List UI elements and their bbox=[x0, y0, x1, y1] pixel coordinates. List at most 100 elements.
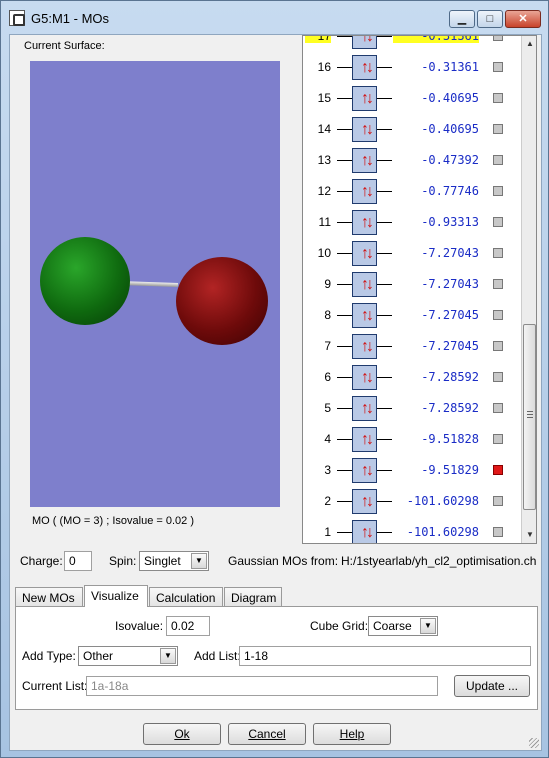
minimize-button[interactable]: ▁ bbox=[449, 10, 475, 28]
add-type-select[interactable]: Other ▼ bbox=[78, 646, 178, 666]
mo-occupancy-box[interactable]: ↑↓ bbox=[352, 303, 377, 328]
mo-occupancy-box[interactable]: ↑↓ bbox=[352, 86, 377, 111]
mo-row[interactable]: 15 ↑↓ -0.40695 bbox=[303, 83, 521, 114]
mo-occupancy-box[interactable]: ↑↓ bbox=[352, 520, 377, 543]
mo-row[interactable]: 2 ↑↓ -101.60298 bbox=[303, 486, 521, 517]
mo-number: 7 bbox=[324, 339, 331, 353]
chevron-down-icon[interactable]: ▼ bbox=[160, 648, 176, 664]
mo-occupancy-box[interactable]: ↑↓ bbox=[352, 35, 377, 49]
mo-row[interactable]: 14 ↑↓ -0.40695 bbox=[303, 114, 521, 145]
scroll-up-icon[interactable]: ▲ bbox=[522, 36, 536, 52]
resize-grip-icon[interactable] bbox=[529, 738, 539, 748]
mo-occupancy-box[interactable]: ↑↓ bbox=[352, 272, 377, 297]
mo-row[interactable]: 9 ↑↓ -7.27043 bbox=[303, 269, 521, 300]
update-button[interactable]: Update ... bbox=[454, 675, 530, 697]
mo-select-checkbox[interactable] bbox=[493, 124, 503, 134]
cube-grid-select[interactable]: Coarse ▼ bbox=[368, 616, 438, 636]
ok-button[interactable]: Ok bbox=[143, 723, 221, 745]
mo-row[interactable]: 17 ↑↓ -0.31361 bbox=[303, 35, 521, 52]
mo-row[interactable]: 8 ↑↓ -7.27045 bbox=[303, 300, 521, 331]
mo-list-panel[interactable]: 17 ↑↓ -0.31361 16 ↑↓ -0.31361 15 ↑↓ -0.40695 14 ↑↓… bbox=[302, 35, 537, 544]
spin-label: Spin: bbox=[109, 554, 137, 568]
mo-occupancy-box[interactable]: ↑↓ bbox=[352, 55, 377, 80]
mo-row[interactable]: 11 ↑↓ -0.93313 bbox=[303, 207, 521, 238]
mo-select-checkbox[interactable] bbox=[493, 465, 503, 475]
mo-select-checkbox[interactable] bbox=[493, 93, 503, 103]
mo-row[interactable]: 12 ↑↓ -0.77746 bbox=[303, 176, 521, 207]
mo-select-checkbox[interactable] bbox=[493, 62, 503, 72]
mo-row[interactable]: 1 ↑↓ -101.60298 bbox=[303, 517, 521, 543]
mo-occupancy-box[interactable]: ↑↓ bbox=[352, 365, 377, 390]
spin-pair-icon: ↑↓ bbox=[361, 152, 374, 169]
mo-level-line bbox=[337, 253, 352, 254]
mo-number: 10 bbox=[317, 246, 331, 260]
isovalue-label: Isovalue: bbox=[115, 619, 164, 633]
mo-level-line bbox=[337, 408, 352, 409]
mo-list-scrollbar[interactable]: ▲ ▼ bbox=[521, 36, 536, 543]
scroll-thumb[interactable] bbox=[523, 324, 536, 510]
mo-level-line bbox=[337, 470, 352, 471]
mo-occupancy-box[interactable]: ↑↓ bbox=[352, 489, 377, 514]
tab-calculation[interactable]: Calculation bbox=[149, 587, 223, 607]
mo-select-checkbox[interactable] bbox=[493, 279, 503, 289]
scroll-down-icon[interactable]: ▼ bbox=[522, 527, 536, 543]
mo-select-checkbox[interactable] bbox=[493, 403, 503, 413]
mo-row[interactable]: 16 ↑↓ -0.31361 bbox=[303, 52, 521, 83]
mo-row[interactable]: 5 ↑↓ -7.28592 bbox=[303, 393, 521, 424]
mo-select-checkbox[interactable] bbox=[493, 434, 503, 444]
charge-field[interactable]: 0 bbox=[64, 551, 92, 571]
cube-grid-label: Cube Grid: bbox=[310, 619, 369, 633]
spin-select[interactable]: Singlet ▼ bbox=[139, 551, 209, 571]
mo-select-checkbox[interactable] bbox=[493, 217, 503, 227]
spin-pair-icon: ↑↓ bbox=[361, 35, 374, 45]
spin-pair-icon: ↑↓ bbox=[361, 431, 374, 448]
mo-row[interactable]: 13 ↑↓ -0.47392 bbox=[303, 145, 521, 176]
chevron-down-icon[interactable]: ▼ bbox=[191, 553, 207, 569]
mo-row[interactable]: 3 ↑↓ -9.51829 bbox=[303, 455, 521, 486]
tab-new-mos[interactable]: New MOs bbox=[15, 587, 83, 607]
mo-select-checkbox[interactable] bbox=[493, 341, 503, 351]
help-button[interactable]: Help bbox=[313, 723, 391, 745]
mo-number: 2 bbox=[324, 494, 331, 508]
mo-select-checkbox[interactable] bbox=[493, 527, 503, 537]
cancel-button-label: Cancel bbox=[248, 727, 286, 741]
mo-occupancy-box[interactable]: ↑↓ bbox=[352, 334, 377, 359]
add-list-field[interactable]: 1-18 bbox=[239, 646, 531, 666]
mo-row[interactable]: 10 ↑↓ -7.27043 bbox=[303, 238, 521, 269]
mo-energy: -0.31361 bbox=[421, 60, 479, 74]
mo-select-checkbox[interactable] bbox=[493, 155, 503, 165]
mo-select-checkbox[interactable] bbox=[493, 186, 503, 196]
mo-occupancy-box[interactable]: ↑↓ bbox=[352, 179, 377, 204]
tab-diagram[interactable]: Diagram bbox=[224, 587, 282, 607]
mo-select-checkbox[interactable] bbox=[493, 310, 503, 320]
mo-occupancy-box[interactable]: ↑↓ bbox=[352, 427, 377, 452]
mo-occupancy-box[interactable]: ↑↓ bbox=[352, 458, 377, 483]
mo-row[interactable]: 6 ↑↓ -7.28592 bbox=[303, 362, 521, 393]
mo-select-checkbox[interactable] bbox=[493, 372, 503, 382]
cancel-button[interactable]: Cancel bbox=[228, 723, 306, 745]
mo-row[interactable]: 4 ↑↓ -9.51828 bbox=[303, 424, 521, 455]
title-bar[interactable]: G5:M1 - MOs ▁ □ ✕ bbox=[1, 1, 548, 35]
isovalue-field[interactable]: 0.02 bbox=[166, 616, 210, 636]
maximize-button[interactable]: □ bbox=[477, 10, 503, 28]
tab-visualize[interactable]: Visualize bbox=[84, 585, 148, 607]
mo-number: 5 bbox=[324, 401, 331, 415]
mo-level-line bbox=[337, 377, 352, 378]
mo-occupancy-box[interactable]: ↑↓ bbox=[352, 241, 377, 266]
mo-occupancy-box[interactable]: ↑↓ bbox=[352, 117, 377, 142]
mo-occupancy-box[interactable]: ↑↓ bbox=[352, 210, 377, 235]
close-button[interactable]: ✕ bbox=[505, 10, 541, 28]
spin-pair-icon: ↑↓ bbox=[361, 400, 374, 417]
mo-occupancy-box[interactable]: ↑↓ bbox=[352, 396, 377, 421]
mo-select-checkbox[interactable] bbox=[493, 248, 503, 258]
add-list-label: Add List: bbox=[194, 649, 241, 663]
chevron-down-icon[interactable]: ▼ bbox=[420, 618, 436, 634]
mo-row[interactable]: 7 ↑↓ -7.27045 bbox=[303, 331, 521, 362]
mo-select-checkbox[interactable] bbox=[493, 496, 503, 506]
mo-select-checkbox[interactable] bbox=[493, 36, 503, 41]
gaussian-source-label: Gaussian MOs from: bbox=[228, 554, 339, 568]
spin-pair-icon: ↑↓ bbox=[361, 338, 374, 355]
visualize-panel: Isovalue: 0.02 Cube Grid: Coarse ▼ Add T… bbox=[15, 606, 538, 710]
mo-occupancy-box[interactable]: ↑↓ bbox=[352, 148, 377, 173]
molecule-viewport[interactable] bbox=[30, 61, 280, 507]
